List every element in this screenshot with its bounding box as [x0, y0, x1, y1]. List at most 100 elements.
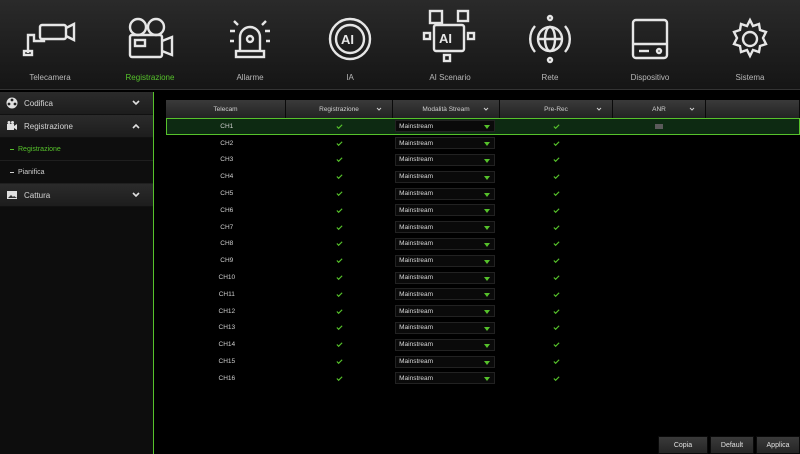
prerec-checkbox[interactable]: [500, 253, 613, 268]
prerec-checkbox[interactable]: [500, 136, 613, 151]
table-row[interactable]: CH12 Mainstream: [166, 303, 800, 320]
prerec-checkbox[interactable]: [500, 203, 613, 218]
stream-mode-select[interactable]: Mainstream: [395, 321, 496, 334]
record-checkbox[interactable]: [287, 136, 394, 151]
table-row[interactable]: CH9 Mainstream: [166, 252, 800, 269]
table-row[interactable]: CH3 Mainstream: [166, 152, 800, 169]
record-checkbox[interactable]: [287, 354, 394, 369]
stream-cell: Mainstream: [393, 337, 500, 352]
prerec-checkbox[interactable]: [500, 237, 613, 252]
nav-telecamera[interactable]: Telecamera: [0, 0, 100, 90]
record-checkbox[interactable]: [287, 337, 394, 352]
column-header-anr[interactable]: ANR: [613, 100, 706, 118]
channel-name: CH12: [218, 307, 236, 315]
stream-mode-select[interactable]: Mainstream: [395, 271, 496, 284]
record-checkbox[interactable]: [287, 237, 394, 252]
stream-mode-select[interactable]: Mainstream: [395, 137, 496, 150]
channel-name: CH8: [220, 240, 234, 248]
anr-cell: [613, 169, 706, 184]
prerec-checkbox[interactable]: [500, 153, 613, 168]
table-row[interactable]: CH7 Mainstream: [166, 219, 800, 236]
record-checkbox[interactable]: [287, 304, 394, 319]
stream-mode-select[interactable]: Mainstream: [395, 355, 496, 368]
table-row[interactable]: CH11 Mainstream: [166, 286, 800, 303]
nav-allarme[interactable]: Allarme: [200, 0, 300, 90]
table-row[interactable]: CH15 Mainstream: [166, 353, 800, 370]
sidebar-item-registrazione[interactable]: Registrazione: [0, 115, 153, 138]
record-checkbox[interactable]: [287, 203, 394, 218]
anr-checkbox[interactable]: [654, 123, 663, 129]
empty-cell: [705, 253, 799, 268]
nav-ia[interactable]: AI IA: [300, 0, 400, 90]
prerec-checkbox[interactable]: [500, 354, 613, 369]
table-row[interactable]: CH14 Mainstream: [166, 336, 800, 353]
record-checkbox[interactable]: [287, 186, 394, 201]
default-button[interactable]: Default: [710, 436, 754, 454]
stream-mode-select[interactable]: Mainstream: [395, 305, 496, 318]
nav-rete[interactable]: Rete: [500, 0, 600, 90]
copy-button[interactable]: Copia: [658, 436, 708, 454]
prerec-checkbox[interactable]: [500, 169, 613, 184]
stream-mode-select[interactable]: Mainstream: [395, 170, 496, 183]
table-row[interactable]: CH6 Mainstream: [166, 202, 800, 219]
sidebar-item-codifica[interactable]: Codifica: [0, 92, 153, 115]
stream-mode-select[interactable]: Mainstream: [395, 288, 496, 301]
nav-dispositivo[interactable]: Dispositivo: [600, 0, 700, 90]
stream-mode-select[interactable]: Mainstream: [395, 237, 496, 250]
table-row[interactable]: CH2 Mainstream: [166, 135, 800, 152]
prerec-checkbox[interactable]: [500, 220, 613, 235]
sidebar-item-cattura[interactable]: Cattura: [0, 184, 153, 207]
record-checkbox[interactable]: [287, 371, 394, 386]
nav-label: Rete: [541, 73, 559, 82]
anr-cell: [613, 186, 706, 201]
anr-cell: [613, 136, 706, 151]
stream-mode-select[interactable]: Mainstream: [395, 153, 496, 166]
prerec-checkbox[interactable]: [500, 337, 613, 352]
nav-sistema[interactable]: Sistema: [700, 0, 800, 90]
column-header-registrazione[interactable]: Registrazione: [286, 100, 393, 118]
table-row[interactable]: CH13 Mainstream: [166, 320, 800, 337]
prerec-checkbox[interactable]: [500, 287, 613, 302]
prerec-checkbox[interactable]: [500, 186, 613, 201]
sidebar: Codifica Registrazione Registrazione Pia…: [0, 92, 154, 454]
prerec-checkbox[interactable]: [500, 119, 613, 134]
sidebar-subitem-registrazione[interactable]: Registrazione: [0, 138, 153, 161]
record-checkbox[interactable]: [287, 169, 394, 184]
stream-mode-select[interactable]: Mainstream: [395, 204, 496, 217]
table-row[interactable]: CH5 Mainstream: [166, 185, 800, 202]
stream-cell: Mainstream: [393, 136, 500, 151]
stream-mode-select[interactable]: Mainstream: [395, 221, 496, 234]
stream-mode-select[interactable]: Mainstream: [395, 120, 496, 133]
table-row[interactable]: CH10 Mainstream: [166, 269, 800, 286]
stream-mode-select[interactable]: Mainstream: [395, 187, 496, 200]
apply-button[interactable]: Applica: [756, 436, 800, 454]
prerec-checkbox[interactable]: [500, 304, 613, 319]
prerec-checkbox[interactable]: [500, 321, 613, 336]
record-checkbox[interactable]: [287, 153, 394, 168]
stream-mode-select[interactable]: Mainstream: [395, 372, 496, 385]
prerec-checkbox[interactable]: [500, 270, 613, 285]
channel-name: CH16: [218, 374, 236, 382]
sidebar-subitem-pianifica[interactable]: Pianifica: [0, 161, 153, 184]
stream-mode-select[interactable]: Mainstream: [395, 254, 496, 267]
ai-chip-icon: AI: [319, 8, 381, 70]
record-checkbox[interactable]: [287, 253, 394, 268]
table-row[interactable]: CH4 Mainstream: [166, 168, 800, 185]
record-checkbox[interactable]: [287, 321, 394, 336]
record-checkbox[interactable]: [287, 119, 394, 134]
dropdown-arrow-icon: [484, 158, 491, 163]
stream-mode-select[interactable]: Mainstream: [395, 338, 496, 351]
table-row[interactable]: CH8 Mainstream: [166, 236, 800, 253]
record-checkbox[interactable]: [287, 220, 394, 235]
column-header-stream-mode[interactable]: Modalità Stream: [393, 100, 500, 118]
nav-registrazione[interactable]: Registrazione: [100, 0, 200, 90]
column-header-pre-rec[interactable]: Pre-Rec: [500, 100, 613, 118]
table-row[interactable]: CH1 Mainstream: [166, 118, 800, 135]
table-row[interactable]: CH16 Mainstream: [166, 370, 800, 387]
stream-mode-value: Mainstream: [399, 122, 434, 130]
prerec-checkbox[interactable]: [500, 371, 613, 386]
checkmark-icon: [553, 342, 560, 348]
record-checkbox[interactable]: [287, 287, 394, 302]
record-checkbox[interactable]: [287, 270, 394, 285]
nav-ai-scenario[interactable]: AI AI Scenario: [400, 0, 500, 90]
